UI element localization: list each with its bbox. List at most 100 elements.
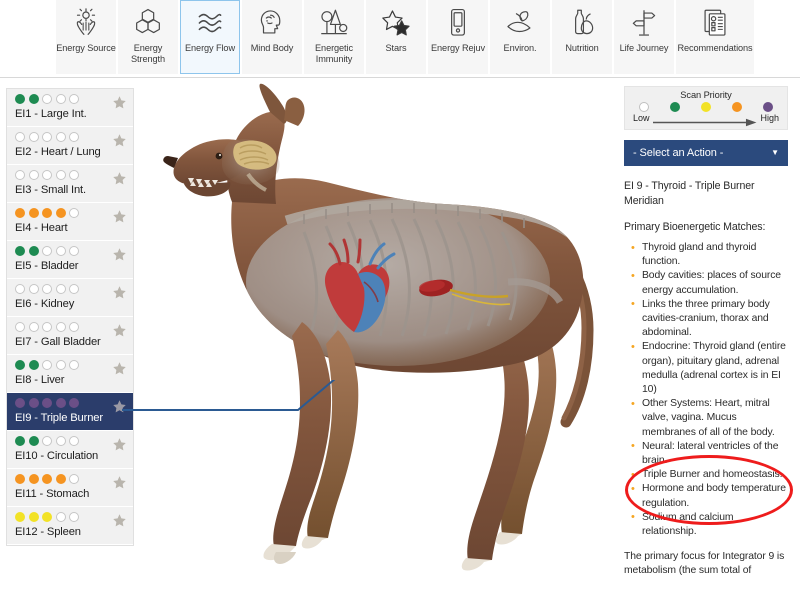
priority-dot xyxy=(42,170,52,180)
priority-dot xyxy=(55,436,66,446)
sidebar-item-ei8[interactable]: EI8 - Liver xyxy=(7,355,133,393)
priority-dots xyxy=(15,283,127,295)
sidebar-item-ei5[interactable]: EI5 - Bladder xyxy=(7,241,133,279)
eye xyxy=(215,152,223,160)
star-icon[interactable] xyxy=(112,133,127,148)
legend-dots xyxy=(633,100,779,112)
legend-dot xyxy=(670,102,680,112)
star-icon[interactable] xyxy=(112,95,127,110)
priority-dot xyxy=(15,436,25,446)
tab-energetic-immunity[interactable]: Energetic Immunity xyxy=(304,0,364,74)
top-toolbar: Energy Source Energy Strength Energy Flo… xyxy=(0,0,800,78)
priority-dot xyxy=(55,322,66,332)
sidebar-item-ei12[interactable]: EI12 - Spleen xyxy=(7,507,133,545)
star-icon[interactable] xyxy=(112,209,127,224)
signpost-icon xyxy=(626,6,662,40)
sidebar-item-label: EI11 - Stomach xyxy=(15,488,90,500)
priority-dot xyxy=(15,94,25,104)
priority-dot xyxy=(69,94,79,104)
scan-priority-legend: Scan Priority Low High xyxy=(624,86,788,130)
hands-sun-icon xyxy=(68,6,104,40)
detail-title: EI 9 - Thyroid - Triple Burner Meridian xyxy=(624,180,755,207)
priority-dots xyxy=(15,511,127,523)
priority-dot xyxy=(28,132,39,142)
sidebar-item-ei1[interactable]: EI1 - Large Int. xyxy=(7,89,133,127)
priority-dot xyxy=(55,132,66,142)
star-icon[interactable] xyxy=(112,361,127,376)
ei9-to-heart-leader-line xyxy=(120,363,380,440)
sidebar-item-ei11[interactable]: EI11 - Stomach xyxy=(7,469,133,507)
tab-label: Energy Rejuv xyxy=(431,43,485,53)
priority-dot xyxy=(42,322,52,332)
detail-subtitle: Primary Bioenergetic Matches: xyxy=(624,221,766,233)
tab-life-journey[interactable]: Life Journey xyxy=(614,0,674,74)
priority-dots xyxy=(15,397,127,409)
tab-mind-body[interactable]: Mind Body xyxy=(242,0,302,74)
priority-dot xyxy=(15,208,25,218)
priority-dot xyxy=(55,94,66,104)
priority-dots xyxy=(15,435,127,447)
sidebar-item-ei6[interactable]: EI6 - Kidney xyxy=(7,279,133,317)
star-icon[interactable] xyxy=(112,513,127,528)
priority-dot xyxy=(69,208,79,218)
device-icon xyxy=(440,6,476,40)
priority-dots xyxy=(15,321,127,333)
priority-dot xyxy=(69,132,79,142)
tab-energy-source[interactable]: Energy Source xyxy=(56,0,116,74)
priority-dot xyxy=(55,360,66,370)
tab-energy-strength[interactable]: Energy Strength xyxy=(118,0,178,74)
priority-dot xyxy=(69,360,79,370)
bottle-pear-icon xyxy=(564,6,600,40)
sidebar-item-label: EI5 - Bladder xyxy=(15,260,79,272)
tab-energy-flow[interactable]: Energy Flow xyxy=(180,0,240,74)
priority-dot xyxy=(55,474,66,484)
ear-far xyxy=(284,97,305,126)
tab-nutrition[interactable]: Nutrition xyxy=(552,0,612,74)
legend-high-label: High xyxy=(760,113,779,123)
detail-footer-text: The primary focus for Integrator 9 is me… xyxy=(624,551,785,577)
star-icon[interactable] xyxy=(112,171,127,186)
priority-dots xyxy=(15,245,127,257)
detail-panel: Scan Priority Low High - Select an Actio… xyxy=(624,86,796,607)
priority-dot xyxy=(55,512,66,522)
sidebar-item-ei4[interactable]: EI4 - Heart xyxy=(7,203,133,241)
tab-label: Energy Source xyxy=(56,43,116,53)
sidebar-item-ei9[interactable]: EI9 - Triple Burner xyxy=(7,393,133,431)
tab-environ[interactable]: Environ. xyxy=(490,0,550,74)
dog-anatomy-canvas[interactable] xyxy=(136,82,620,602)
integrator-sidebar: EI1 - Large Int. EI2 - Heart / Lung EI3 - … xyxy=(6,88,134,546)
priority-dot xyxy=(15,322,25,332)
priority-dot xyxy=(28,398,39,408)
legend-dot xyxy=(639,102,649,112)
sidebar-item-ei10[interactable]: EI10 - Circulation xyxy=(7,431,133,469)
star-icon[interactable] xyxy=(112,247,127,262)
tab-energy-rejuv[interactable]: Energy Rejuv xyxy=(428,0,488,74)
star-icon[interactable] xyxy=(112,323,127,338)
tab-label: Stars xyxy=(385,43,407,53)
sidebar-item-ei2[interactable]: EI2 - Heart / Lung xyxy=(7,127,133,165)
match-item: Hormone and body temperature regulation. xyxy=(631,482,790,510)
sidebar-item-label: EI10 - Circulation xyxy=(15,450,99,462)
priority-dot xyxy=(55,284,66,294)
sidebar-item-ei7[interactable]: EI7 - Gall Bladder xyxy=(7,317,133,355)
priority-dot xyxy=(42,208,52,218)
priority-dot xyxy=(42,398,52,408)
sidebar-item-ei3[interactable]: EI3 - Small Int. xyxy=(7,165,133,203)
tab-stars[interactable]: Stars xyxy=(366,0,426,74)
select-an-action-dropdown[interactable]: - Select an Action - ▼ xyxy=(624,140,788,166)
star-icon[interactable] xyxy=(112,475,127,490)
priority-dot xyxy=(15,398,25,408)
priority-dot xyxy=(42,246,52,256)
legend-title: Scan Priority xyxy=(680,90,732,100)
priority-dot xyxy=(42,360,52,370)
hand-sprout-icon xyxy=(502,6,538,40)
priority-dot xyxy=(28,170,39,180)
priority-dot xyxy=(69,322,79,332)
tab-label: Environ. xyxy=(503,43,537,53)
trees-icon xyxy=(316,6,352,40)
star-icon[interactable] xyxy=(112,285,127,300)
tab-recommendations[interactable]: Recommendations xyxy=(676,0,754,74)
documents-icon xyxy=(697,6,733,40)
head-brain-icon xyxy=(254,6,290,40)
tab-label: Energy Strength xyxy=(131,43,165,64)
